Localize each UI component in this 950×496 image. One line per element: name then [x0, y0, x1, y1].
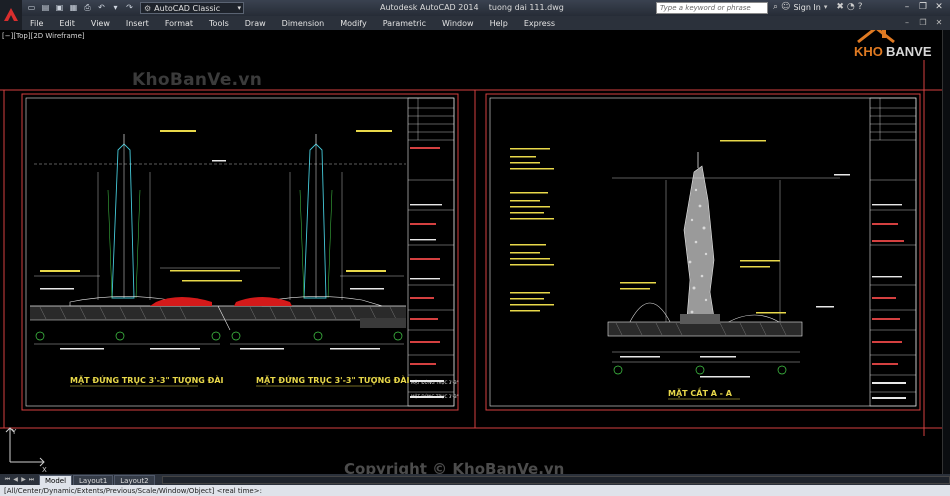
- redo-icon[interactable]: ↷: [124, 2, 135, 13]
- workspace-selector[interactable]: ⚙ AutoCAD Classic ▾: [140, 2, 244, 14]
- svg-text:Y: Y: [11, 428, 17, 436]
- undo-icon[interactable]: ↶: [96, 2, 107, 13]
- search-placeholder: Type a keyword or phrase: [660, 4, 751, 12]
- sheet1-block-label-1: MẶT ĐỨNG TRỤC 3'-3": [411, 380, 459, 385]
- menu-parametric[interactable]: Parametric: [375, 19, 434, 28]
- menu-tools[interactable]: Tools: [201, 19, 237, 28]
- vertical-scrollbar[interactable]: [942, 30, 950, 474]
- menu-format[interactable]: Format: [157, 19, 201, 28]
- sheet1-ground: [30, 305, 406, 331]
- restore-button[interactable]: ❐: [916, 1, 930, 13]
- sheet1-block-label-2: MẶT ĐỨNG TRỤC 3'-3": [411, 394, 459, 399]
- svg-text:X: X: [42, 466, 47, 474]
- menu-window[interactable]: Window: [434, 19, 482, 28]
- first-tab-icon[interactable]: ⏮: [4, 476, 11, 484]
- doc-minimize-button[interactable]: –: [900, 17, 914, 28]
- doc-close-button[interactable]: ✕: [932, 17, 946, 28]
- sheet2-tower: [607, 152, 803, 337]
- sheet-1: MẶT ĐỨNG TRỤC 3'-3" MẶT ĐỨNG TRỤC 3'-3": [21, 93, 459, 411]
- prev-tab-icon[interactable]: ◀: [12, 476, 19, 484]
- gear-icon: ⚙: [144, 3, 152, 13]
- horizontal-scrollbar[interactable]: [161, 475, 950, 484]
- app-title: Autodesk AutoCAD 2014: [380, 3, 479, 12]
- menu-bar: File Edit View Insert Format Tools Draw …: [22, 16, 950, 30]
- sheet-2: MẶT CẮT A - A: [485, 93, 921, 411]
- command-line[interactable]: [All/Center/Dynamic/Extents/Previous/Sca…: [0, 485, 950, 496]
- chevron-down-icon: ▾: [237, 4, 241, 12]
- menu-draw[interactable]: Draw: [237, 19, 274, 28]
- sheet2-title: MẶT CẮT A - A: [668, 386, 733, 398]
- svg-text:BANVE: BANVE: [886, 44, 932, 59]
- drawing-canvas[interactable]: [−][Top][2D Wireframe] MẶT ĐỨNG TRỤC 3'-…: [0, 30, 950, 474]
- next-tab-icon[interactable]: ▶: [20, 476, 27, 484]
- search-input[interactable]: Type a keyword or phrase: [656, 2, 768, 14]
- menu-dimension[interactable]: Dimension: [274, 19, 333, 28]
- menu-view[interactable]: View: [83, 19, 118, 28]
- help-icon[interactable]: ?: [858, 2, 863, 12]
- open-file-icon[interactable]: ▤: [40, 2, 51, 13]
- app-logo-icon[interactable]: [0, 0, 22, 30]
- sheet1-title-left: MẶT ĐỨNG TRỤC 3'-3" TƯỢNG ĐÀI: [70, 374, 224, 385]
- khobanve-brand-logo: KHO BANVE: [854, 30, 932, 59]
- print-icon[interactable]: ⎙: [82, 2, 93, 13]
- binoculars-icon[interactable]: ⌕: [773, 2, 778, 12]
- autocad-window: ▭ ▤ ▣ ▦ ⎙ ↶ ▾ ↷ ▾ ⚙ AutoCAD Classic ▾ Au…: [0, 0, 950, 496]
- tab-layout2[interactable]: Layout2: [114, 474, 155, 485]
- drawing-svg: MẶT ĐỨNG TRỤC 3'-3" MẶT ĐỨNG TRỤC 3'-3": [0, 60, 950, 474]
- exchange-icon[interactable]: ✖: [836, 2, 844, 12]
- menu-edit[interactable]: Edit: [51, 19, 83, 28]
- doc-restore-button[interactable]: ❐: [916, 17, 930, 28]
- menu-insert[interactable]: Insert: [118, 19, 157, 28]
- tab-model[interactable]: Model: [39, 474, 73, 485]
- sheet1-monument-right: [234, 134, 383, 307]
- file-name: tuong dai 111.dwg: [488, 3, 564, 12]
- ucs-icon: Y X: [5, 427, 47, 474]
- menu-express[interactable]: Express: [516, 19, 563, 28]
- copyright-watermark: Copyright © KhoBanVe.vn: [344, 460, 565, 474]
- quick-access-toolbar: ▭ ▤ ▣ ▦ ⎙ ↶ ▾ ↷ ▾: [26, 2, 149, 13]
- sign-in-link[interactable]: Sign In: [793, 3, 820, 12]
- tab-layout1[interactable]: Layout1: [73, 474, 114, 485]
- document-window-controls: – ❐ ✕: [900, 17, 946, 28]
- layout-tab-bar: ⏮ ◀ ▶ ⏭ Model Layout1 Layout2: [0, 474, 950, 485]
- command-prompt-text: [All/Center/Dynamic/Extents/Previous/Sca…: [4, 486, 262, 495]
- infocenter-toolbar: ⌕ ☺ Sign In ▾ ✖ ◔ ?: [773, 2, 863, 12]
- window-controls: – ❐ ✕: [900, 1, 946, 13]
- menu-modify[interactable]: Modify: [332, 19, 375, 28]
- tab-navigation: ⏮ ◀ ▶ ⏭: [4, 476, 35, 484]
- site-watermark: KhoBanVe.vn: [132, 70, 263, 90]
- window-title: Autodesk AutoCAD 2014 tuong dai 111.dwg: [380, 3, 564, 12]
- title-bar: ▭ ▤ ▣ ▦ ⎙ ↶ ▾ ↷ ▾ ⚙ AutoCAD Classic ▾ Au…: [0, 0, 950, 30]
- minimize-button[interactable]: –: [900, 1, 914, 13]
- menu-help[interactable]: Help: [482, 19, 516, 28]
- undo-dropdown-icon[interactable]: ▾: [110, 2, 121, 13]
- sheet1-title-right: MẶT ĐỨNG TRỤC 3'-3" TƯỢNG ĐÀI: [256, 374, 410, 385]
- save-as-icon[interactable]: ▦: [68, 2, 79, 13]
- close-button[interactable]: ✕: [932, 1, 946, 13]
- sign-in-dropdown-icon[interactable]: ▾: [824, 3, 828, 11]
- svg-text:KHO: KHO: [854, 44, 883, 59]
- save-icon[interactable]: ▣: [54, 2, 65, 13]
- last-tab-icon[interactable]: ⏭: [28, 476, 35, 484]
- a360-icon[interactable]: ◔: [847, 2, 855, 12]
- workspace-label: AutoCAD Classic: [154, 3, 221, 13]
- user-icon[interactable]: ☺: [781, 2, 790, 12]
- new-file-icon[interactable]: ▭: [26, 2, 37, 13]
- menu-file[interactable]: File: [22, 19, 51, 28]
